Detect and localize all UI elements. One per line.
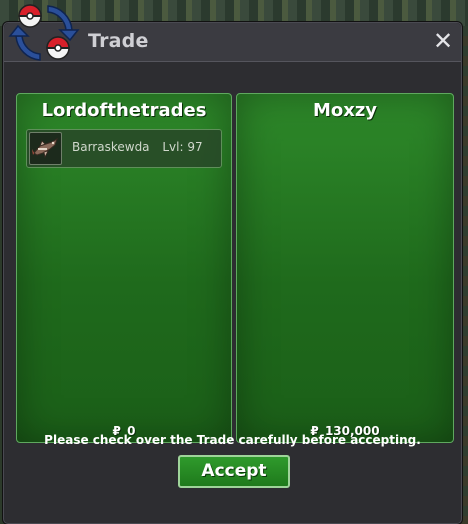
barraskewda-sprite-icon: [29, 132, 62, 165]
right-trade-panel: Moxzy ₽ 130,000: [236, 93, 454, 443]
right-trader-name: Moxzy: [312, 100, 378, 121]
left-trader-name: Lordofthetrades: [41, 100, 207, 121]
offered-pokemon-slot[interactable]: Barraskewda Lvl: 97: [26, 129, 222, 168]
close-icon[interactable]: ✕: [432, 29, 454, 53]
trade-window: Trade ✕ Lordofthetrades Barraskewda Lvl:…: [3, 22, 462, 524]
pokemon-name: Barraskewda: [72, 140, 150, 154]
left-trade-panel: Lordofthetrades Barraskewda Lvl: 97 ₽ 0: [16, 93, 232, 443]
offered-pokemon-info: Barraskewda Lvl: 97: [72, 140, 203, 154]
pokemon-level: Lvl: 97: [162, 140, 203, 154]
pokeball-trade-arrows-icon: [8, 4, 80, 61]
accept-button[interactable]: Accept: [178, 455, 290, 488]
window-title: Trade: [88, 30, 149, 52]
trade-warning-message: Please check over the Trade carefully be…: [44, 433, 421, 447]
